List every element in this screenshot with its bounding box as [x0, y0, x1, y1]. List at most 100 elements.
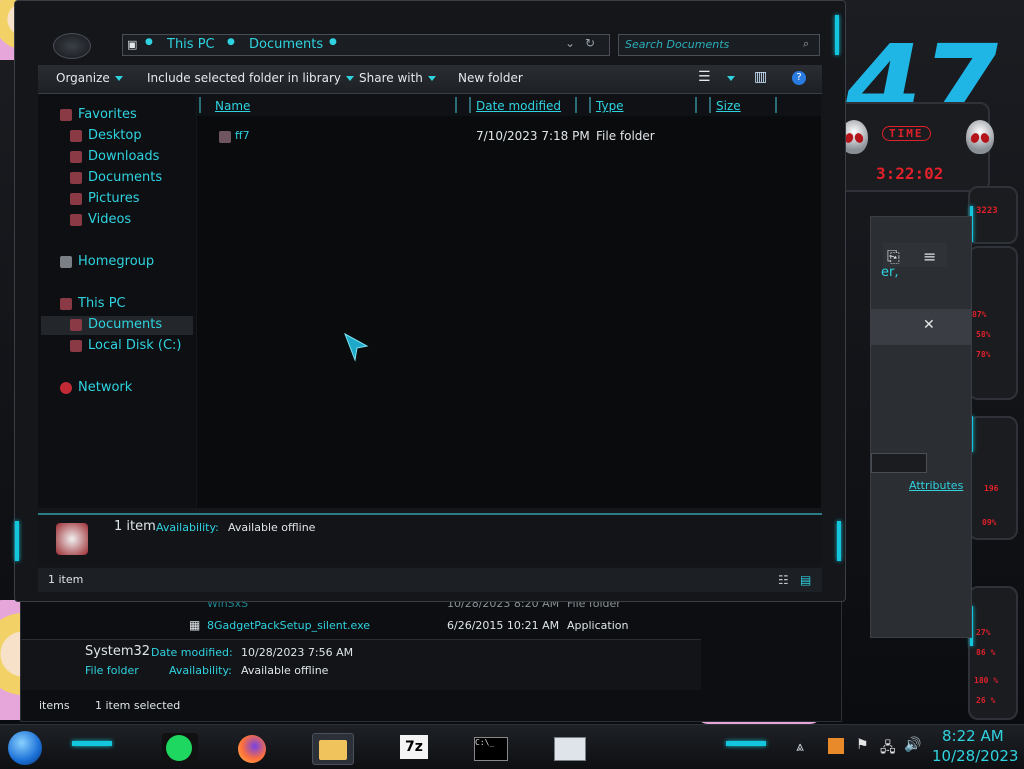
- status-selected: 1 item selected: [95, 699, 181, 712]
- menu-icon[interactable]: ≡: [923, 247, 936, 266]
- nav-videos[interactable]: Videos: [88, 212, 131, 227]
- chevron-down-icon: [114, 76, 123, 81]
- address-bar[interactable]: ▣ ● This PC ● Documents ● ⌄ ↻: [122, 34, 610, 56]
- gadget-panel: TIME 3:22:02 3223 87% 58% 78% 196 09% 27…: [836, 86, 1024, 726]
- clock-date[interactable]: 10/28/2023: [932, 747, 1018, 765]
- start-button[interactable]: [8, 731, 42, 765]
- nav-documents-selected[interactable]: Documents: [88, 317, 162, 332]
- nav-this-pc[interactable]: This PC: [78, 296, 126, 311]
- disk-4: 26 %: [976, 696, 996, 705]
- time-readout: 3:22:02: [876, 164, 944, 183]
- nav-pictures[interactable]: Pictures: [88, 191, 139, 206]
- chevron-down-icon: [345, 76, 354, 81]
- usage-gadget: 87% 58% 78%: [968, 246, 1018, 400]
- close-icon[interactable]: ✕: [923, 317, 935, 333]
- background-window-peek: ⎘ ≡ ✕ er, Attributes: [870, 216, 972, 638]
- file-type: File folder: [596, 129, 655, 143]
- back-forward-button[interactable]: [53, 33, 91, 59]
- table-row[interactable]: ff7 7/10/2023 7:18 PM File folder: [197, 128, 821, 146]
- notes-icon: [166, 735, 192, 761]
- breadcrumb-documents[interactable]: Documents: [249, 37, 323, 52]
- status-count: 1 item: [48, 573, 84, 586]
- command-bar: Organize Include selected folder in libr…: [38, 65, 822, 94]
- pictures-icon: [70, 193, 82, 205]
- attributes-link[interactable]: Attributes: [909, 479, 963, 492]
- nav-desktop[interactable]: Desktop: [88, 128, 142, 143]
- nav-network[interactable]: Network: [78, 380, 132, 395]
- status-items: items: [39, 699, 70, 712]
- search-icon[interactable]: ⌕: [803, 37, 809, 51]
- show-hidden-icons-icon[interactable]: ⩓: [796, 739, 804, 755]
- extensions-icon[interactable]: ⎘: [887, 247, 900, 267]
- peek-dropdown[interactable]: [871, 453, 927, 473]
- net-gadget: 196 09%: [968, 416, 1018, 540]
- flag-icon[interactable]: ⚑: [856, 737, 869, 753]
- chevron-down-icon[interactable]: [727, 76, 735, 81]
- window-icon: [554, 737, 586, 761]
- taskbar-window[interactable]: [552, 733, 588, 763]
- organize-button[interactable]: Organize: [56, 71, 123, 85]
- disk-3: 180 %: [974, 676, 999, 685]
- downloads-icon: [70, 151, 82, 163]
- availability-label: Availability:: [156, 521, 219, 534]
- taskbar-7zip[interactable]: 7z: [396, 733, 432, 763]
- usage-2: 58%: [976, 330, 991, 339]
- this-pc-icon: [60, 298, 72, 310]
- new-folder-button[interactable]: New folder: [458, 71, 523, 85]
- nav-downloads[interactable]: Downloads: [88, 149, 159, 164]
- homegroup-icon: [60, 256, 72, 268]
- nav-local-disk[interactable]: Local Disk (C:): [88, 338, 181, 353]
- file-name[interactable]: 8GadgetPackSetup_silent.exe: [207, 619, 370, 632]
- breadcrumb-separator-icon: ●: [145, 37, 153, 47]
- column-date-modified[interactable]: Date modified: [476, 99, 561, 113]
- dropdown-chevron-icon[interactable]: ⌄: [565, 36, 575, 50]
- breadcrumb-this-pc[interactable]: This PC: [167, 37, 215, 52]
- network-icon[interactable]: 🖧: [880, 737, 896, 761]
- details-view-icon[interactable]: ☷: [778, 573, 789, 587]
- file-date: 7/10/2023 7:18 PM: [476, 129, 590, 143]
- taskbar-file-explorer[interactable]: [312, 733, 354, 765]
- videos-icon: [70, 214, 82, 226]
- item-count: 1 item: [114, 519, 156, 534]
- file-name[interactable]: ff7: [235, 129, 250, 142]
- include-in-library-button[interactable]: Include selected folder in library: [147, 71, 354, 85]
- column-size[interactable]: Size: [716, 99, 741, 113]
- tiles-view-icon[interactable]: ▤: [800, 573, 811, 587]
- preview-pane-icon[interactable]: ▥: [754, 69, 767, 85]
- date-value: 10/28/2023 7:56 AM: [241, 646, 354, 659]
- clock-time[interactable]: 8:22 AM: [942, 727, 1004, 745]
- help-icon[interactable]: ?: [792, 71, 806, 85]
- background-explorer-window: WinSxS 10/28/2023 8:20 AM File folder ▦ …: [20, 590, 842, 722]
- view-options-icon[interactable]: ☰: [698, 69, 711, 85]
- volume-icon[interactable]: 🔊: [904, 737, 921, 753]
- alien-icon: [966, 120, 994, 154]
- documents-icon: [70, 319, 82, 331]
- taskbar-notes-app[interactable]: [162, 733, 198, 763]
- status-bar: 1 item ☷ ▤: [38, 568, 822, 592]
- disk-icon: [70, 340, 82, 352]
- net-1: 196: [984, 484, 999, 493]
- refresh-icon[interactable]: ↻: [585, 36, 595, 50]
- file-date: 6/26/2015 10:21 AM: [447, 619, 560, 632]
- time-label: TIME: [882, 126, 931, 141]
- nav-documents[interactable]: Documents: [88, 170, 162, 185]
- search-box[interactable]: Search Documents ⌕: [618, 34, 820, 56]
- column-type[interactable]: Type: [596, 99, 624, 113]
- column-name[interactable]: Name: [215, 99, 250, 113]
- share-with-button[interactable]: Share with: [359, 71, 436, 85]
- exe-icon: ▦: [189, 618, 201, 632]
- folder-icon: [219, 131, 231, 143]
- tray-app-icon[interactable]: [828, 738, 844, 754]
- folder-thumbnail-icon: [56, 523, 88, 555]
- nav-favorites[interactable]: Favorites: [78, 107, 137, 122]
- disk-gadget: 27% 86 % 180 % 26 %: [968, 586, 1018, 720]
- date-label: Date modified:: [151, 646, 233, 659]
- taskbar: 7z C:\_ ⩓ ⚑ 🖧 🔊 8:22 AM 10/28/2023: [0, 724, 1024, 769]
- availability-label: Availability:: [169, 664, 232, 677]
- nav-homegroup[interactable]: Homegroup: [78, 254, 154, 269]
- details-pane: 1 item Availability: Available offline: [38, 513, 822, 565]
- bg-details-pane: System32 Date modified: 10/28/2023 7:56 …: [21, 639, 701, 690]
- column-header-row: Name Date modified Type Size: [197, 94, 821, 116]
- taskbar-firefox[interactable]: [234, 733, 270, 763]
- taskbar-command-prompt[interactable]: C:\_: [472, 733, 508, 763]
